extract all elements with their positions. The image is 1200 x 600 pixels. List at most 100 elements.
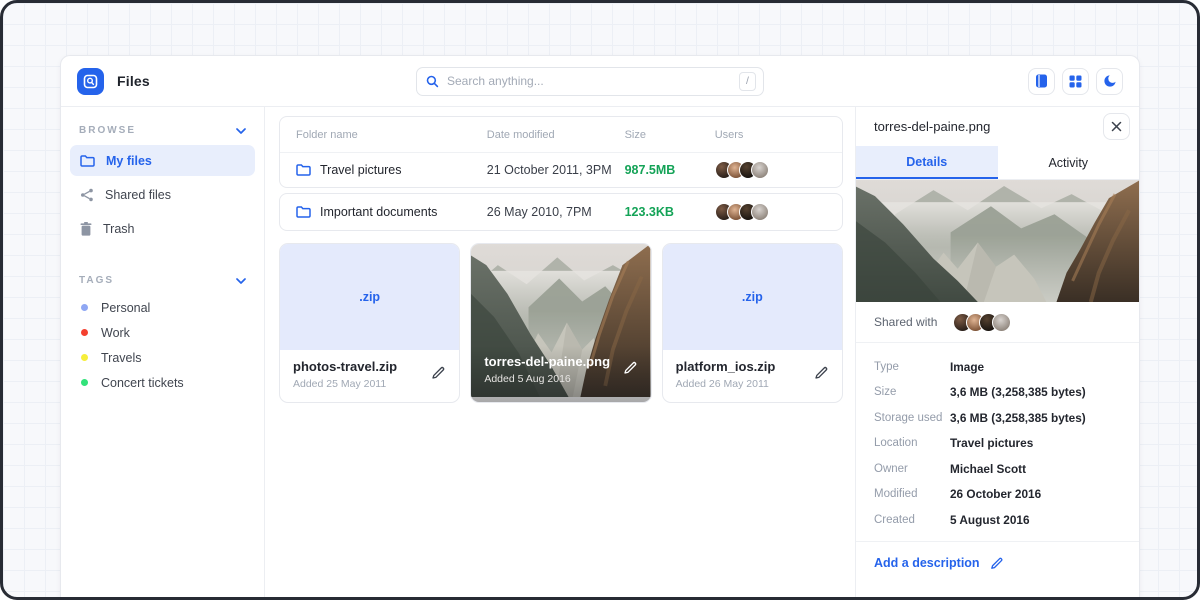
header-actions — [1028, 68, 1123, 95]
tag-color-dot — [81, 354, 88, 361]
edit-icon[interactable] — [813, 365, 829, 381]
app-header: Files / — [61, 56, 1139, 107]
edit-icon — [989, 556, 1004, 571]
folder-size: 987.5MB — [625, 163, 676, 177]
file-name: torres-del-paine.png — [484, 354, 610, 369]
detail-value: 3,6 MB (3,258,385 bytes) — [950, 385, 1086, 399]
moon-icon — [1103, 74, 1117, 88]
sidebar-item-label: Trash — [103, 222, 135, 236]
folder-name: Important documents — [320, 205, 437, 219]
table-row[interactable]: Travel pictures 21 October 2011, 3PM 987… — [280, 153, 842, 187]
grid-view-button[interactable] — [1062, 68, 1089, 95]
detail-row-storage-used: Storage used 3,6 MB (3,258,385 bytes) — [874, 405, 1121, 431]
column-header-date-modified: Date modified — [487, 129, 625, 141]
detail-row-type: Type Image — [874, 354, 1121, 380]
desktop-background: Files / — [0, 0, 1200, 600]
tag-label: Work — [101, 326, 130, 340]
file-name: platform_ios.zip — [676, 359, 776, 374]
detail-label: Location — [874, 437, 950, 449]
detail-label: Modified — [874, 488, 950, 500]
file-card-platform-ios[interactable]: .zip platform_ios.zip Added 26 May 2011 — [662, 243, 843, 403]
zip-badge: .zip — [742, 290, 763, 304]
chevron-down-icon[interactable] — [236, 128, 246, 134]
edit-icon[interactable] — [430, 365, 446, 381]
file-card-photos-travel[interactable]: .zip photos-travel.zip Added 25 May 2011 — [279, 243, 460, 403]
sidebar-item-my-files[interactable]: My files — [70, 145, 255, 176]
panel-tabs: Details Activity — [856, 146, 1139, 180]
tag-label: Concert tickets — [101, 376, 184, 390]
tag-item-work[interactable]: Work — [70, 320, 255, 345]
folder-icon — [296, 206, 311, 218]
chevron-down-icon[interactable] — [236, 278, 246, 284]
shared-avatars — [953, 313, 1011, 332]
folder-icon — [296, 164, 311, 176]
folder-name: Travel pictures — [320, 163, 402, 177]
tag-label: Personal — [101, 301, 150, 315]
search-shortcut-badge: / — [739, 72, 756, 91]
file-cards-row: .zip photos-travel.zip Added 25 May 2011 — [279, 243, 843, 403]
app-logo[interactable] — [77, 68, 104, 95]
file-search-icon — [83, 74, 98, 89]
search-input[interactable] — [447, 74, 739, 88]
detail-label: Size — [874, 386, 950, 398]
grid-icon — [1069, 75, 1082, 88]
tag-item-personal[interactable]: Personal — [70, 295, 255, 320]
browse-section-header[interactable]: BROWSE — [70, 120, 255, 145]
detail-row-modified: Modified 26 October 2016 — [874, 482, 1121, 508]
detail-label: Storage used — [874, 412, 950, 424]
file-card-torres-del-paine[interactable]: torres-del-paine.png Added 5 Aug 2016 — [470, 243, 651, 403]
detail-label: Owner — [874, 463, 950, 475]
file-added-date: Added 5 Aug 2016 — [484, 373, 610, 385]
detail-value: 26 October 2016 — [950, 487, 1041, 501]
detail-value: 5 August 2016 — [950, 513, 1030, 527]
avatar — [992, 313, 1011, 332]
folders-table: Important documents 26 May 2010, 7PM 123… — [279, 193, 843, 231]
detail-row-owner: Owner Michael Scott — [874, 456, 1121, 482]
search-bar[interactable]: / — [416, 67, 764, 96]
detail-value: Image — [950, 360, 984, 374]
detail-row-created: Created 5 August 2016 — [874, 507, 1121, 533]
tag-item-concert-tickets[interactable]: Concert tickets — [70, 370, 255, 395]
date-modified: 26 May 2010, 7PM — [487, 205, 625, 219]
avatar — [751, 203, 769, 221]
browse-section-label: BROWSE — [79, 125, 136, 136]
detail-label: Created — [874, 514, 950, 526]
sidebar-item-shared-files[interactable]: Shared files — [70, 179, 255, 210]
zip-badge: .zip — [359, 290, 380, 304]
detail-value: Travel pictures — [950, 436, 1033, 450]
sidebar: BROWSE My files — [61, 107, 265, 600]
dark-mode-toggle[interactable] — [1096, 68, 1123, 95]
close-panel-button[interactable] — [1103, 113, 1130, 140]
panel-title: torres-del-paine.png — [874, 119, 990, 134]
tag-item-travels[interactable]: Travels — [70, 345, 255, 370]
tab-activity[interactable]: Activity — [998, 146, 1140, 179]
sidebar-item-label: Shared files — [105, 188, 171, 202]
tab-details[interactable]: Details — [856, 146, 998, 179]
main-content: Folder name Date modified Size Users Tra… — [265, 107, 855, 600]
page-title: Files — [117, 73, 150, 89]
detail-value: 3,6 MB (3,258,385 bytes) — [950, 411, 1086, 425]
tag-color-dot — [81, 379, 88, 386]
zip-thumbnail: .zip — [663, 244, 842, 350]
tags-section-header[interactable]: TAGS — [70, 270, 255, 295]
folder-size: 123.3KB — [625, 205, 674, 219]
details-panel: torres-del-paine.png Details Activity — [855, 107, 1139, 600]
zip-thumbnail: .zip — [280, 244, 459, 350]
table-row[interactable]: Important documents 26 May 2010, 7PM 123… — [280, 194, 842, 230]
sidebar-item-trash[interactable]: Trash — [70, 213, 255, 244]
column-header-folder-name: Folder name — [296, 129, 487, 141]
tag-color-dot — [81, 329, 88, 336]
tags-section-label: TAGS — [79, 275, 114, 286]
library-button[interactable] — [1028, 68, 1055, 95]
add-description-button[interactable]: Add a description — [856, 542, 1139, 585]
date-modified: 21 October 2011, 3PM — [487, 163, 625, 177]
table-header-row: Folder name Date modified Size Users — [280, 117, 842, 153]
file-name: photos-travel.zip — [293, 359, 397, 374]
file-added-date: Added 26 May 2011 — [676, 378, 776, 390]
folders-table: Folder name Date modified Size Users Tra… — [279, 116, 843, 188]
files-app-window: Files / — [60, 55, 1140, 600]
detail-row-size: Size 3,6 MB (3,258,385 bytes) — [874, 380, 1121, 406]
sidebar-spacer — [70, 247, 255, 270]
user-avatars — [715, 161, 769, 179]
edit-icon[interactable] — [622, 360, 638, 376]
